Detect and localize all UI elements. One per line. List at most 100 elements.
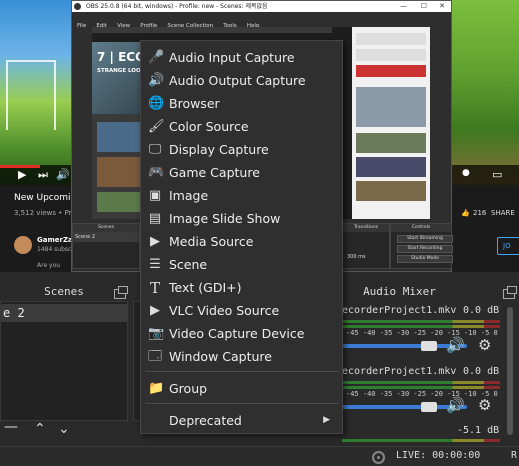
avatar[interactable] [14, 236, 32, 254]
volume-slider-handle[interactable] [421, 341, 437, 351]
speaker-icon[interactable]: 🔊 [446, 396, 465, 414]
menu-item-group[interactable]: 📁 Group [141, 377, 342, 400]
volume-meter [342, 381, 500, 384]
menu-item-label: Audio Output Capture [169, 73, 306, 88]
play-icon[interactable]: ▶ [18, 168, 26, 181]
nested-title: OBS 25.0.8 (64 bit, windows) - Profile: … [86, 3, 268, 10]
video-title: New Upcomin [14, 193, 77, 203]
track-name: ecorderProject1.mkv [342, 305, 457, 316]
menu-item-label: Video Capture Device [169, 326, 305, 341]
gear-icon[interactable]: ⚙ [478, 396, 491, 414]
menu-item-audio-input-capture[interactable]: 🎤 Audio Input Capture [141, 46, 342, 69]
nested-transitions-header: Transitions [343, 224, 389, 232]
autoplay-toggle-icon[interactable]: ● [462, 168, 470, 178]
nested-scene-item[interactable]: Scene 2 [73, 232, 139, 242]
stream-status-icon [372, 451, 385, 464]
vlc-play-icon: ▶ [150, 303, 160, 318]
list-item [356, 181, 426, 201]
scenes-toolbar: — ⌃ ⌄ [0, 419, 128, 443]
volume-meter [342, 386, 500, 389]
nested-title-bar: OBS 25.0.8 (64 bit, windows) - Profile: … [72, 1, 451, 12]
meter-ticks: -45 -40 -35 -30 -25 -20 -15 -10 -5 0 [346, 329, 498, 337]
menu-item-label: Media Source [169, 234, 254, 249]
rec-timer: R [511, 450, 518, 461]
speaker-icon[interactable]: 🔊 [446, 336, 465, 354]
like-icon[interactable]: 👍 [461, 209, 470, 217]
menu-separator [145, 371, 339, 372]
volume-meter [342, 439, 500, 442]
minimize-icon[interactable]: — [400, 1, 407, 12]
menu-item-label: Image [169, 188, 209, 203]
menu-file[interactable]: File [77, 21, 86, 32]
share-button[interactable]: SHARE [491, 209, 515, 217]
nested-scenes-dock: Scenes Scene 2 [72, 223, 140, 269]
menu-item-vlc-video-source[interactable]: ▶ VLC Video Source [141, 299, 342, 322]
menu-item-media-source[interactable]: ▶ Media Source [141, 230, 342, 253]
menu-item-image[interactable]: ▣ Image [141, 184, 342, 207]
speaker-icon: 🔊 [148, 73, 165, 88]
move-up-icon[interactable]: ⌃ [34, 421, 46, 437]
dock-float-icon[interactable] [114, 286, 128, 299]
menu-item-browser[interactable]: 🌐 Browser [141, 92, 342, 115]
maximize-icon[interactable]: ☐ [421, 1, 427, 12]
nested-controls-header: Controls [391, 224, 451, 232]
list-icon: ☰ [149, 257, 161, 272]
obs-screen: ▶ ⏭ 🔊 ● ▭ New Upcomin 3,512 views • Prem… [0, 0, 519, 466]
menu-item-label: Deprecated [169, 413, 242, 428]
gear-icon[interactable]: ⚙ [478, 336, 491, 354]
move-down-icon[interactable]: ⌄ [58, 421, 70, 437]
remove-scene-button[interactable]: — [4, 419, 18, 435]
start-recording-button[interactable]: Start Recording [397, 245, 453, 253]
list-item [356, 133, 426, 153]
volume-slider-handle[interactable] [421, 402, 437, 412]
close-icon[interactable]: ✕ [439, 1, 445, 12]
list-item [356, 49, 426, 61]
menu-item-label: VLC Video Source [169, 303, 280, 318]
scene-item[interactable]: e 2 [1, 304, 127, 322]
image-icon: ▣ [148, 188, 162, 203]
menu-item-color-source[interactable]: 🖌 Color Source [141, 115, 342, 138]
game-structure [6, 60, 56, 130]
menu-item-text-gdi[interactable]: T Text (GDI+) [141, 276, 342, 299]
volume-icon[interactable]: 🔊 [56, 168, 70, 181]
description-snippet: Are you [37, 262, 61, 269]
brush-icon: 🖌 [148, 119, 165, 134]
folder-icon: 📁 [148, 381, 165, 396]
scenes-dock-title: Scenes [0, 283, 128, 301]
camera-icon: 📷 [148, 326, 165, 341]
volume-meter [342, 320, 500, 323]
join-button[interactable]: JO [497, 237, 519, 255]
menu-item-label: Scene [169, 257, 208, 272]
mixer-scrollbar[interactable] [505, 301, 515, 443]
menu-item-audio-output-capture[interactable]: 🔊 Audio Output Capture [141, 69, 342, 92]
scrollbar-thumb[interactable] [507, 307, 513, 435]
menu-item-label: Color Source [169, 119, 249, 134]
submenu-arrow-icon: ▶ [323, 415, 330, 425]
monitor-icon: 🖵 [148, 142, 162, 157]
studio-mode-button[interactable]: Studio Mode [397, 255, 453, 263]
menu-item-scene[interactable]: ☰ Scene [141, 253, 342, 276]
obs-logo-icon [74, 3, 81, 10]
next-icon[interactable]: ⏭ [38, 168, 48, 182]
start-streaming-button[interactable]: Start Streaming [397, 235, 453, 243]
track-db: 0.0 dB [463, 305, 500, 316]
nested-scenes-header: Scenes [73, 224, 139, 232]
menu-item-game-capture[interactable]: 🎮 Game Capture [141, 161, 342, 184]
menu-item-deprecated[interactable]: Deprecated ▶ [141, 409, 342, 432]
game-capture-left [0, 0, 72, 185]
video-controls-right: ● ▭ [452, 165, 519, 185]
cc-icon[interactable]: ▭ [492, 168, 502, 181]
menu-item-image-slide-show[interactable]: ▤ Image Slide Show [141, 207, 342, 230]
menu-item-display-capture[interactable]: 🖵 Display Capture [141, 138, 342, 161]
menu-item-video-capture-device[interactable]: 📷 Video Capture Device [141, 322, 342, 345]
nested-controls-dock: Controls Start Streaming Start Recording… [390, 223, 453, 269]
volume-meter [342, 325, 500, 328]
menu-item-label: Game Capture [169, 165, 260, 180]
transition-duration[interactable]: 300 ms [347, 254, 366, 260]
track-db: -5.1 dB [457, 425, 500, 436]
menu-item-window-capture[interactable]: 🗔 Window Capture [141, 345, 342, 368]
video-controls-left: ▶ ⏭ 🔊 [0, 165, 72, 185]
dock-float-icon[interactable] [503, 286, 517, 299]
gamepad-icon: 🎮 [148, 165, 165, 180]
menu-item-label: Audio Input Capture [169, 50, 295, 65]
